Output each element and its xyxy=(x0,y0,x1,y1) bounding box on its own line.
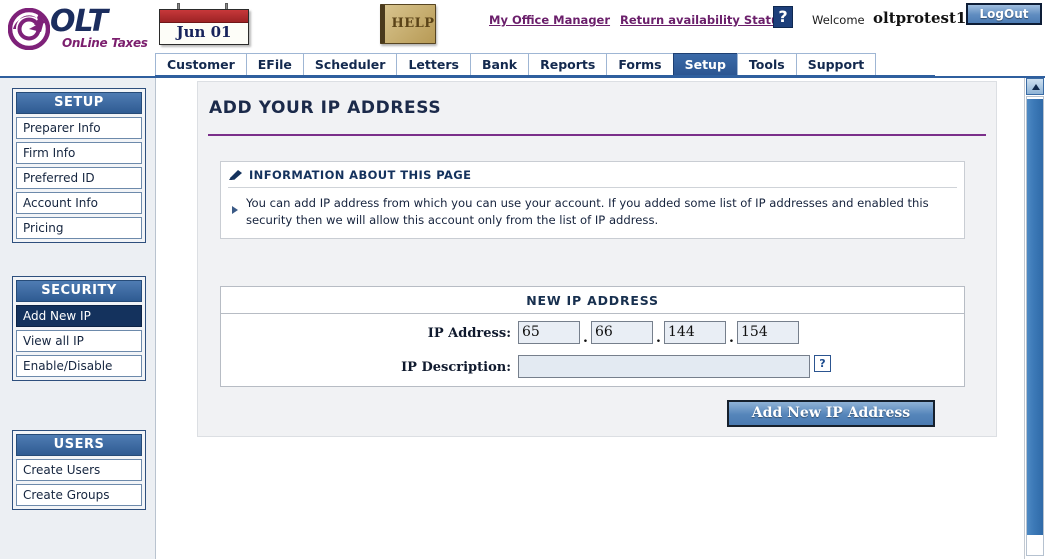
sidebar-item-create-users[interactable]: Create Users xyxy=(16,459,142,481)
ip-octet-3-input[interactable]: 144 xyxy=(664,321,726,344)
sidebar-item-preparer-info[interactable]: Preparer Info xyxy=(16,117,142,139)
nav-tab-bank[interactable]: Bank xyxy=(469,53,530,75)
bullet-arrow-icon xyxy=(232,206,238,214)
information-box-heading: INFORMATION ABOUT THIS PAGE xyxy=(221,162,964,187)
main-content: ADD YOUR IP ADDRESS INFORMATION ABOUT TH… xyxy=(157,78,1023,559)
ip-separator-1: . xyxy=(583,330,588,346)
ip-description-help-icon[interactable]: ? xyxy=(814,355,831,372)
new-ip-address-panel: NEW IP ADDRESS IP Address: 65 . 66 . 144… xyxy=(220,286,965,387)
nav-tab-efile[interactable]: EFile xyxy=(245,53,304,75)
main-navigation: Customer EFile Scheduler Letters Bank Reports… xyxy=(0,53,1045,79)
sidebar-item-enable-disable[interactable]: Enable/Disable xyxy=(16,355,142,377)
ip-separator-3: . xyxy=(729,330,734,346)
welcome-username: oltprotest1 xyxy=(873,9,967,27)
ip-separator-2: . xyxy=(656,330,661,346)
welcome-label: Welcome xyxy=(812,13,865,27)
return-availability-status-link[interactable]: Return availability Status xyxy=(620,13,786,27)
calendar-date-text: Jun 01 xyxy=(176,23,232,41)
sidebar-panel-security-items: Add New IP View all IP Enable/Disable xyxy=(16,305,142,377)
information-box-body: You can add IP address from which you ca… xyxy=(221,188,964,238)
logo-tagline: OnLine Taxes xyxy=(62,36,148,50)
ip-octet-4-input[interactable]: 154 xyxy=(737,321,799,344)
new-ip-address-heading: NEW IP ADDRESS xyxy=(221,287,964,314)
left-sidebar: SETUP Preparer Info Firm Info Preferred ID… xyxy=(0,78,156,559)
calendar-header-band xyxy=(160,10,248,23)
help-question-icon[interactable]: ? xyxy=(773,6,793,28)
nav-tab-setup[interactable]: Setup xyxy=(672,53,738,75)
add-new-ip-address-button[interactable]: Add New IP Address xyxy=(727,400,935,427)
help-book-label: HELP xyxy=(391,16,435,31)
nav-tab-reports[interactable]: Reports xyxy=(528,53,608,75)
olt-logo[interactable]: OLT OnLine Taxes xyxy=(6,6,152,52)
sidebar-panel-users-title: USERS xyxy=(16,434,142,456)
note-pen-icon xyxy=(229,170,242,180)
nav-tab-list: Customer EFile Scheduler Letters Bank Reports… xyxy=(155,53,877,75)
ip-description-input[interactable] xyxy=(518,355,810,378)
sidebar-panel-setup-title: SETUP xyxy=(16,92,142,114)
title-divider xyxy=(208,134,986,136)
sidebar-item-view-all-ip[interactable]: View all IP xyxy=(16,330,142,352)
scroll-up-button[interactable] xyxy=(1026,78,1044,95)
ip-address-label: IP Address: xyxy=(427,326,511,341)
sidebar-item-create-groups[interactable]: Create Groups xyxy=(16,484,142,506)
information-box-heading-text: INFORMATION ABOUT THIS PAGE xyxy=(249,168,472,182)
help-book-icon[interactable]: HELP xyxy=(380,4,436,44)
sidebar-panel-security: SECURITY Add New IP View all IP Enable/Dis… xyxy=(12,276,146,381)
olt-swirl-logo-icon xyxy=(8,8,50,50)
vertical-scrollbar[interactable] xyxy=(1024,78,1045,559)
sidebar-item-account-info[interactable]: Account Info xyxy=(16,192,142,214)
nav-tab-tools[interactable]: Tools xyxy=(736,53,797,75)
logo-wordmark: OLT xyxy=(50,4,108,39)
my-office-manager-link[interactable]: My Office Manager xyxy=(489,13,610,27)
application-window: OLT OnLine Taxes Jun 01 HELP My Office M… xyxy=(0,0,1045,559)
page-title: ADD YOUR IP ADDRESS xyxy=(209,98,442,118)
scroll-up-arrow-icon xyxy=(1032,84,1040,90)
ip-octet-1-input[interactable]: 65 xyxy=(518,321,580,344)
scrollbar-thumb[interactable] xyxy=(1027,99,1043,535)
nav-tab-scheduler[interactable]: Scheduler xyxy=(302,53,398,75)
nav-tab-customer[interactable]: Customer xyxy=(155,53,247,75)
page-header: OLT OnLine Taxes Jun 01 HELP My Office M… xyxy=(0,0,1045,53)
nav-tab-letters[interactable]: Letters xyxy=(396,53,471,75)
content-card: ADD YOUR IP ADDRESS INFORMATION ABOUT TH… xyxy=(197,81,997,437)
sidebar-panel-setup-items: Preparer Info Firm Info Preferred ID Accoun… xyxy=(16,117,142,239)
sidebar-panel-users: USERS Create Users Create Groups xyxy=(12,430,146,510)
sidebar-item-pricing[interactable]: Pricing xyxy=(16,217,142,239)
page-body: SETUP Preparer Info Firm Info Preferred ID… xyxy=(0,78,1045,559)
information-box-body-text: You can add IP address from which you ca… xyxy=(246,196,929,227)
logout-button[interactable]: LogOut xyxy=(966,3,1042,25)
new-ip-address-form: IP Address: 65 . 66 . 144 . 154 IP Descr… xyxy=(221,314,964,386)
calendar-icon: Jun 01 xyxy=(159,3,249,47)
sidebar-item-firm-info[interactable]: Firm Info xyxy=(16,142,142,164)
nav-tab-support[interactable]: Support xyxy=(795,53,877,75)
ip-description-label: IP Description: xyxy=(401,360,511,375)
ip-octet-2-input[interactable]: 66 xyxy=(591,321,653,344)
information-box: INFORMATION ABOUT THIS PAGE You can add … xyxy=(220,161,965,239)
sidebar-item-add-new-ip[interactable]: Add New IP xyxy=(16,305,142,327)
sidebar-panel-users-items: Create Users Create Groups xyxy=(16,459,142,506)
sidebar-item-preferred-id[interactable]: Preferred ID xyxy=(16,167,142,189)
nav-tab-forms[interactable]: Forms xyxy=(606,53,674,75)
sidebar-panel-setup: SETUP Preparer Info Firm Info Preferred ID… xyxy=(12,88,146,243)
sidebar-panel-security-title: SECURITY xyxy=(16,280,142,302)
